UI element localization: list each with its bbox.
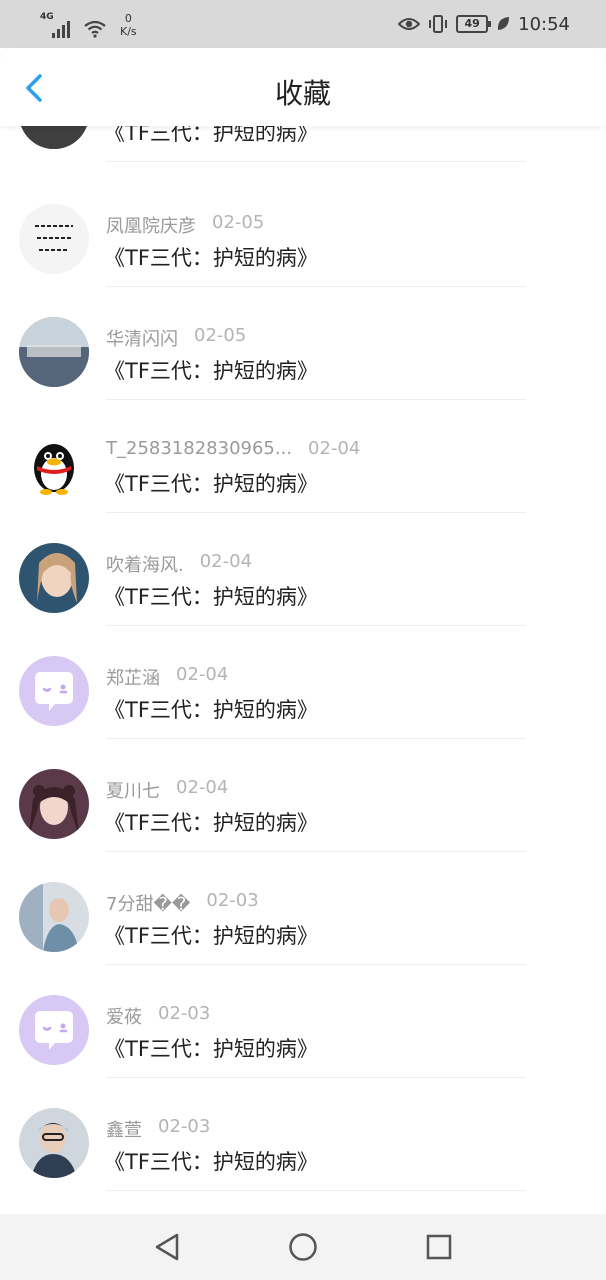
item-message: 《TF三代：护短的病》 xyxy=(104,1037,318,1061)
speed-value: 0 xyxy=(124,12,132,25)
item-meta: T_2583182830965... 02-04 xyxy=(106,438,360,459)
item-name: 夏川七 xyxy=(106,781,160,802)
network-type: 4G xyxy=(40,12,54,22)
list-item[interactable]: 吹着海风. 02-04 《TF三代：护短的病》 xyxy=(0,513,606,626)
avatar[interactable] xyxy=(19,656,89,726)
avatar[interactable] xyxy=(19,430,89,500)
list-item[interactable]: 郑芷涵 02-04 《TF三代：护短的病》 xyxy=(0,626,606,739)
list-item[interactable]: 夏川七 02-04 《TF三代：护短的病》 xyxy=(0,739,606,852)
item-name: 7分甜�� xyxy=(106,894,191,915)
item-meta: 郑芷涵 02-04 xyxy=(106,664,228,690)
divider xyxy=(106,161,526,162)
page-header: 收藏 xyxy=(0,48,606,126)
wifi-icon xyxy=(84,20,106,38)
item-date: 02-04 xyxy=(176,664,229,685)
item-name: 凤凰院庆彦 xyxy=(106,216,196,237)
leaf-icon xyxy=(498,17,510,30)
item-meta: 凤凰院庆彦 02-05 xyxy=(106,212,264,238)
list-item[interactable]: 华清闪闪 02-05 《TF三代：护短的病》 xyxy=(0,287,606,400)
item-message: 《TF三代：护短的病》 xyxy=(104,585,318,609)
item-name: 鑫萱 xyxy=(106,1120,142,1141)
item-name: 华清闪闪 xyxy=(106,329,178,350)
item-meta: 爱莜 02-03 xyxy=(106,1003,210,1029)
status-bar: 4G 0 K/s 49 10:54 xyxy=(0,0,606,48)
item-message: 《TF三代：护短的病》 xyxy=(104,359,318,383)
nav-recents-button[interactable] xyxy=(421,1229,457,1265)
item-meta: 鑫萱 02-03 xyxy=(106,1116,210,1142)
item-date: 02-03 xyxy=(158,1003,211,1024)
item-message: 《TF三代：护短的病》 xyxy=(104,698,318,722)
page-title: 收藏 xyxy=(274,77,331,110)
list-item[interactable]: 《TF三代：护短的病》 xyxy=(0,126,606,162)
back-triangle-icon xyxy=(155,1233,179,1261)
item-date: 02-05 xyxy=(194,325,247,346)
status-right: 49 10:54 xyxy=(398,10,570,38)
recents-square-icon xyxy=(426,1234,452,1260)
avatar[interactable] xyxy=(19,543,89,613)
status-left: 4G 0 K/s xyxy=(40,10,137,38)
list-item[interactable]: 爱莜 02-03 《TF三代：护短的病》 xyxy=(0,965,606,1078)
item-date: 02-03 xyxy=(158,1116,211,1137)
avatar[interactable] xyxy=(19,317,89,387)
item-date: 02-03 xyxy=(206,890,259,911)
speed-unit: K/s xyxy=(120,25,137,38)
favorites-list[interactable]: 《TF三代：护短的病》 凤凰院庆彦 02-05 《TF三代：护短的病》 华清闪闪… xyxy=(0,126,606,1214)
eye-icon xyxy=(398,18,421,30)
avatar[interactable] xyxy=(19,882,89,952)
item-message: 《TF三代：护短的病》 xyxy=(104,811,318,835)
list-item[interactable]: 凤凰院庆彦 02-05 《TF三代：护短的病》 xyxy=(0,174,606,287)
avatar[interactable] xyxy=(19,995,89,1065)
chat-bubble-icon xyxy=(35,672,73,711)
home-circle-icon xyxy=(289,1233,317,1261)
item-message: 《TF三代：护短的病》 xyxy=(104,126,318,145)
signal-icon xyxy=(52,20,70,38)
avatar[interactable] xyxy=(19,204,89,274)
item-meta: 华清闪闪 02-05 xyxy=(106,325,246,351)
list-item[interactable]: 7分甜�� 02-03 《TF三代：护短的病》 xyxy=(0,852,606,965)
item-message: 《TF三代：护短的病》 xyxy=(104,472,318,496)
item-meta: 夏川七 02-04 xyxy=(106,777,228,803)
item-date: 02-04 xyxy=(308,438,361,459)
nav-back-button[interactable] xyxy=(149,1229,185,1265)
system-nav-bar xyxy=(0,1214,606,1280)
network-speed: 0 K/s xyxy=(120,12,137,38)
list-item[interactable]: 鑫萱 02-03 《TF三代：护短的病》 xyxy=(0,1078,606,1191)
avatar[interactable] xyxy=(19,769,89,839)
item-date: 02-05 xyxy=(212,212,265,233)
avatar[interactable] xyxy=(19,126,89,149)
item-message: 《TF三代：护短的病》 xyxy=(104,246,318,270)
chat-bubble-icon xyxy=(35,1011,73,1050)
item-message: 《TF三代：护短的病》 xyxy=(104,1150,318,1174)
item-date: 02-04 xyxy=(176,777,229,798)
vibrate-icon xyxy=(429,15,448,33)
item-meta: 7分甜�� 02-03 xyxy=(106,890,259,916)
item-name: 吹着海风. xyxy=(106,555,184,576)
item-meta: 吹着海风. 02-04 xyxy=(106,551,252,577)
avatar[interactable] xyxy=(19,1108,89,1178)
item-message: 《TF三代：护短的病》 xyxy=(104,924,318,948)
nav-home-button[interactable] xyxy=(285,1229,321,1265)
battery-icon: 49 xyxy=(456,15,492,33)
divider xyxy=(106,1190,526,1191)
clock: 10:54 xyxy=(518,13,570,35)
list-item[interactable]: T_2583182830965... 02-04 《TF三代：护短的病》 xyxy=(0,400,606,513)
item-name: 郑芷涵 xyxy=(106,668,160,689)
item-date: 02-04 xyxy=(199,551,253,572)
item-name: T_2583182830965... xyxy=(106,438,293,459)
penguin-icon xyxy=(34,444,74,495)
item-name: 爱莜 xyxy=(106,1007,142,1028)
